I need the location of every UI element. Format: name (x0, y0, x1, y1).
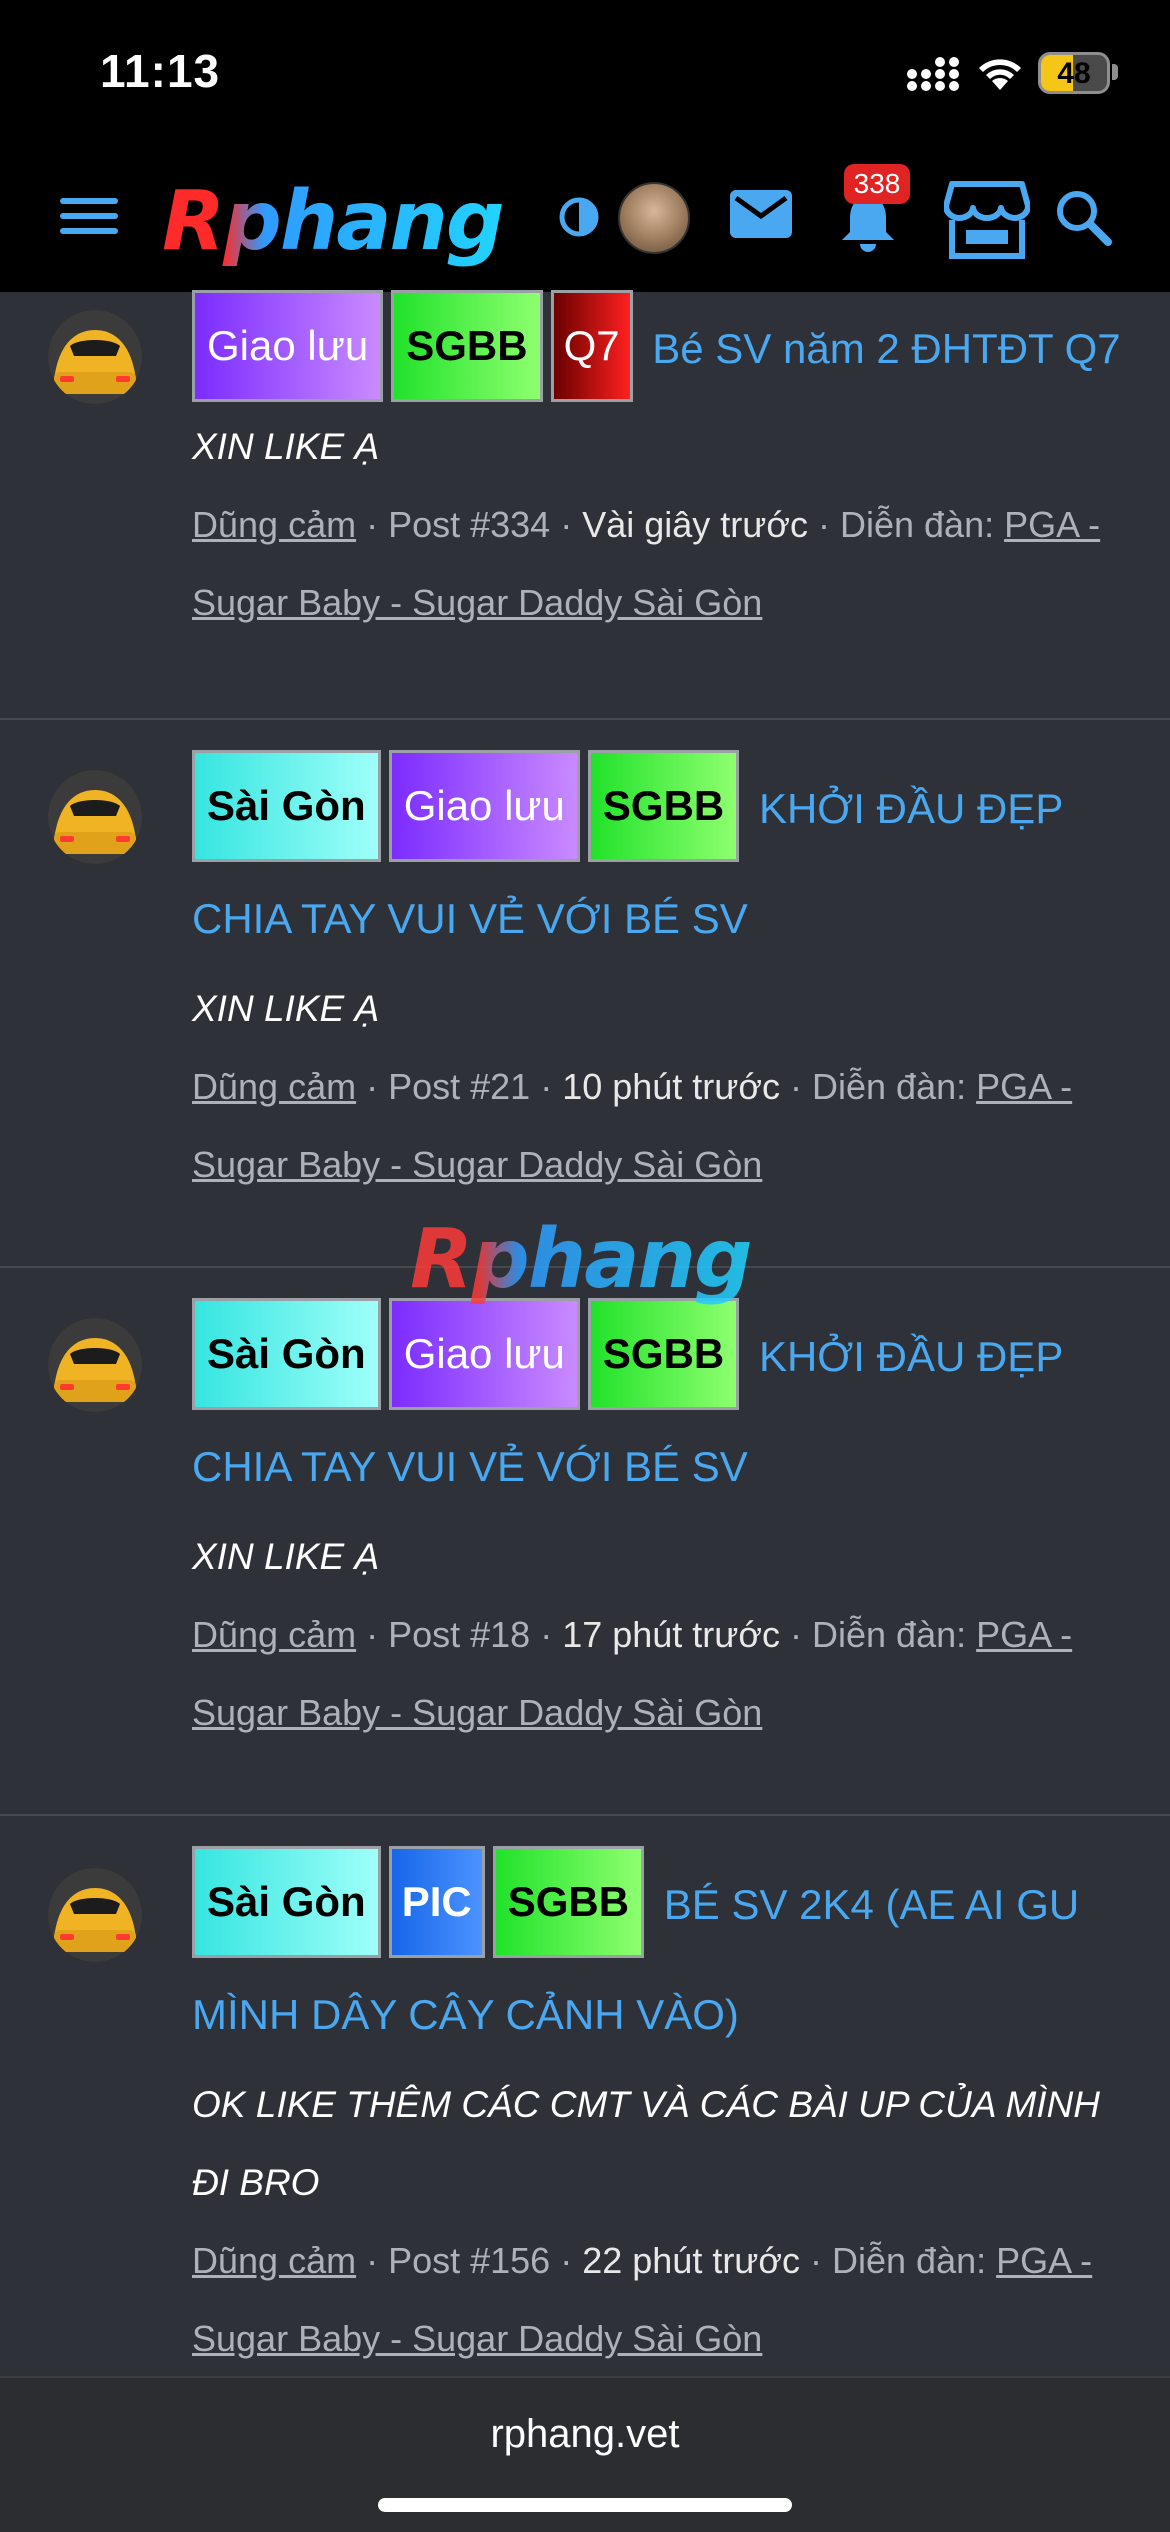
battery-icon: 48 (1038, 52, 1110, 94)
car-avatar-icon (48, 1318, 142, 1412)
post-time: 17 phút trước (562, 1614, 780, 1655)
post-meta: Dũng cảm · Post #156 · 22 phút trước · D… (192, 2240, 1093, 2359)
feed-item[interactable]: Sài Gòn PIC SGBB BÉ SV 2K4 (AE AI GU MÌNH … (0, 1816, 1170, 2436)
post-time: Vài giây trước (582, 504, 808, 545)
menu-icon[interactable] (60, 194, 118, 238)
thread-title-line[interactable]: Sài Gòn Giao lưu SGBB KHỞI ĐẦU ĐẸP CHIA TA… (192, 1298, 1134, 1518)
thread-title-line[interactable]: Sài Gòn PIC SGBB BÉ SV 2K4 (AE AI GU MÌNH … (192, 1846, 1134, 2066)
author-avatar[interactable] (48, 1318, 142, 1412)
post-time: 10 phút trước (562, 1066, 780, 1107)
thread-title[interactable]: Bé SV năm 2 ĐHTĐT Q7 (652, 325, 1120, 372)
feed-item[interactable]: Giao lưu SGBB Q7 Bé SV năm 2 ĐHTĐT Q7 XIN … (0, 290, 1170, 720)
author-link[interactable]: Dũng cảm (192, 1066, 356, 1107)
tag-giao-luu[interactable]: Giao lưu (388, 750, 580, 862)
forum-label: Diễn đàn: (832, 2240, 987, 2281)
feed-item[interactable]: Sài Gòn Giao lưu SGBB KHỞI ĐẦU ĐẸP CHIA TA… (0, 720, 1170, 1268)
post-snippet: XIN LIKE Ạ (192, 1536, 380, 1577)
browser-url-bar[interactable]: rphang.vet (0, 2376, 1170, 2532)
forum-label: Diễn đàn: (812, 1066, 967, 1107)
store-icon[interactable] (944, 180, 1030, 260)
car-avatar-icon (48, 770, 142, 864)
tag-sgbb[interactable]: SGBB (391, 290, 543, 402)
notification-badge[interactable]: 338 (844, 164, 910, 204)
post-number[interactable]: Post #156 (388, 2240, 550, 2281)
forum-label: Diễn đàn: (839, 504, 995, 545)
post-meta: Dũng cảm · Post #18 · 17 phút trước · Di… (192, 1614, 1073, 1733)
home-indicator[interactable] (378, 2498, 792, 2512)
post-snippet: XIN LIKE Ạ (192, 426, 380, 467)
status-time: 11:13 (100, 45, 221, 97)
tag-sgbb[interactable]: SGBB (587, 750, 740, 862)
tag-sgbb[interactable]: SGBB (492, 1846, 645, 1958)
car-avatar-icon (48, 310, 142, 404)
site-logo[interactable]: Rphang (162, 174, 505, 269)
author-avatar[interactable] (48, 770, 142, 864)
thread-title-line[interactable]: Sài Gòn Giao lưu SGBB KHỞI ĐẦU ĐẸP CHIA TA… (192, 750, 1134, 970)
tag-sgbb[interactable]: SGBB (587, 1298, 740, 1410)
post-number[interactable]: Post #21 (388, 1066, 530, 1107)
battery-level: 48 (1057, 57, 1091, 90)
theme-toggle-icon[interactable] (558, 196, 600, 238)
tag-sai-gon[interactable]: Sài Gòn (192, 1298, 381, 1410)
post-meta: Dũng cảm · Post #21 · 10 phút trước · Di… (192, 1066, 1073, 1185)
tag-q7[interactable]: Q7 (550, 290, 633, 402)
tag-giao-luu[interactable]: Giao lưu (388, 1298, 580, 1410)
post-number[interactable]: Post #334 (388, 504, 550, 545)
author-link[interactable]: Dũng cảm (192, 1614, 356, 1655)
post-snippet: OK LIKE THÊM CÁC CMT VÀ CÁC BÀI UP CỦA M… (192, 2084, 1100, 2203)
thread-title-line[interactable]: Giao lưu SGBB Q7 Bé SV năm 2 ĐHTĐT Q7 (192, 290, 1134, 408)
tag-sai-gon[interactable]: Sài Gòn (192, 750, 381, 862)
forum-label: Diễn đàn: (812, 1614, 967, 1655)
battery-cap (1112, 64, 1118, 80)
signal-icon (907, 57, 959, 91)
status-bar: 11:13 48 (0, 0, 1170, 150)
tag-giao-luu[interactable]: Giao lưu (192, 290, 384, 402)
feed-item[interactable]: Sài Gòn Giao lưu SGBB KHỞI ĐẦU ĐẸP CHIA TA… (0, 1268, 1170, 1816)
watermark-logo: Rphang (410, 1212, 753, 1307)
wifi-icon (979, 59, 1021, 90)
search-icon[interactable] (1054, 188, 1112, 246)
avatar[interactable] (618, 182, 690, 254)
url-text[interactable]: rphang.vet (0, 2412, 1170, 2457)
author-link[interactable]: Dũng cảm (192, 2240, 356, 2281)
car-avatar-icon (48, 1868, 142, 1962)
tag-sai-gon[interactable]: Sài Gòn (192, 1846, 381, 1958)
tag-pic[interactable]: PIC (388, 1846, 485, 1958)
post-snippet: XIN LIKE Ạ (192, 988, 380, 1029)
app-header: Rphang 338 (0, 150, 1170, 292)
post-number[interactable]: Post #18 (388, 1614, 530, 1655)
mail-icon[interactable] (728, 186, 794, 242)
author-avatar[interactable] (48, 310, 142, 404)
post-meta: Dũng cảm · Post #334 · Vài giây trước · … (192, 504, 1101, 623)
author-link[interactable]: Dũng cảm (192, 504, 356, 545)
author-avatar[interactable] (48, 1868, 142, 1962)
post-time: 22 phút trước (582, 2240, 801, 2281)
